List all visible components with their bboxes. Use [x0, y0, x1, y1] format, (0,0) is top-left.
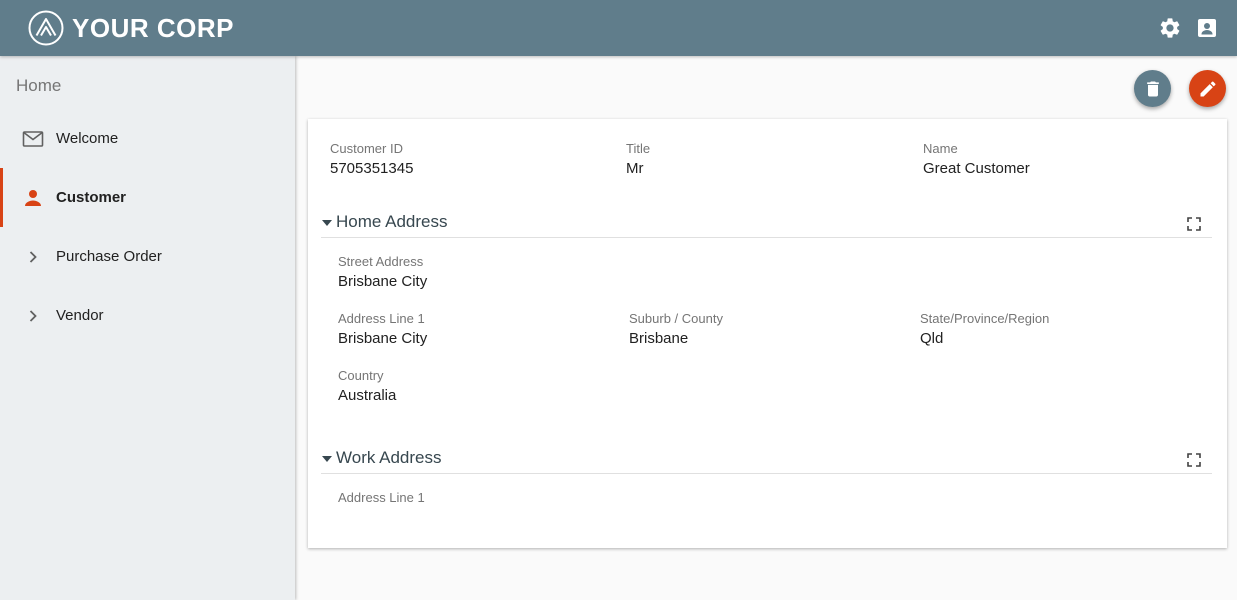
brand-name: YOUR CORP: [72, 12, 234, 43]
chevron-right-icon: [21, 304, 45, 328]
field-value: Brisbane City: [338, 330, 428, 347]
edit-button[interactable]: [1189, 70, 1226, 107]
field-value: Qld: [920, 330, 944, 347]
street-address-field: Street Address Brisbane City: [338, 254, 427, 290]
sidebar-item-purchase-order[interactable]: Purchase Order: [0, 227, 295, 286]
sidebar: Home Welcome Customer Purchase Order Ven…: [0, 56, 295, 600]
home-address-header[interactable]: Home Address: [321, 208, 1212, 238]
field-label: Address Line 1: [338, 490, 425, 505]
delete-button[interactable]: [1134, 70, 1171, 107]
pencil-icon: [1200, 80, 1216, 96]
sidebar-item-label: Welcome: [56, 130, 119, 147]
trash-icon: [1146, 81, 1159, 96]
field-label: Customer ID: [330, 141, 403, 156]
sidebar-item-label: Customer: [56, 189, 127, 206]
field-label: Suburb / County: [629, 311, 723, 326]
field-value: Great Customer: [923, 160, 1030, 177]
customer-id-field: Customer ID 5705351345: [330, 141, 413, 177]
field-label: State/Province/Region: [920, 311, 1050, 326]
work-address-header[interactable]: Work Address: [321, 444, 1212, 474]
mail-icon: [21, 127, 45, 151]
address-line-1-field: Address Line 1 Brisbane City: [338, 311, 427, 347]
settings-button[interactable]: [1158, 16, 1182, 40]
caret-down-icon[interactable]: [321, 217, 333, 229]
field-value: Australia: [338, 387, 397, 404]
fullscreen-icon[interactable]: [1186, 216, 1202, 232]
section-title: Work Address: [336, 448, 442, 467]
brand[interactable]: YOUR CORP: [28, 9, 234, 47]
caret-down-icon[interactable]: [321, 453, 333, 465]
field-value: Mr: [626, 160, 644, 177]
suburb-field: Suburb / County Brisbane: [629, 311, 723, 347]
account-button[interactable]: [1195, 16, 1219, 40]
field-value: Brisbane: [629, 330, 689, 347]
app-header: YOUR CORP: [0, 0, 1237, 56]
sidebar-item-label: Vendor: [56, 307, 104, 324]
field-label: Title: [626, 141, 651, 156]
field-value: Brisbane City: [338, 273, 428, 290]
field-label: Street Address: [338, 254, 424, 269]
contact-card-icon: [1198, 19, 1216, 37]
chevron-right-icon: [21, 245, 45, 269]
sidebar-item-customer[interactable]: Customer: [0, 168, 295, 227]
person-icon: [21, 186, 45, 210]
country-field: Country Australia: [338, 368, 396, 404]
fullscreen-icon[interactable]: [1186, 452, 1202, 468]
title-field: Title Mr: [626, 141, 650, 177]
field-label: Address Line 1: [338, 311, 425, 326]
field-value: 5705351345: [330, 160, 414, 177]
sidebar-item-label: Purchase Order: [56, 248, 162, 265]
work-address-line-1-field: Address Line 1: [338, 490, 425, 505]
triangle-logo-icon: [28, 10, 64, 46]
sidebar-title[interactable]: Home: [16, 76, 61, 96]
field-label: Country: [338, 368, 384, 383]
sidebar-item-welcome[interactable]: Welcome: [0, 109, 295, 168]
section-title: Home Address: [336, 212, 448, 231]
field-label: Name: [923, 141, 958, 156]
state-field: State/Province/Region Qld: [920, 311, 1049, 347]
sidebar-item-vendor[interactable]: Vendor: [0, 286, 295, 345]
name-field: Name Great Customer: [923, 141, 1030, 177]
gear-icon: [1160, 18, 1180, 38]
customer-detail-card: Customer ID 5705351345 Title Mr Name Gre…: [308, 119, 1227, 548]
